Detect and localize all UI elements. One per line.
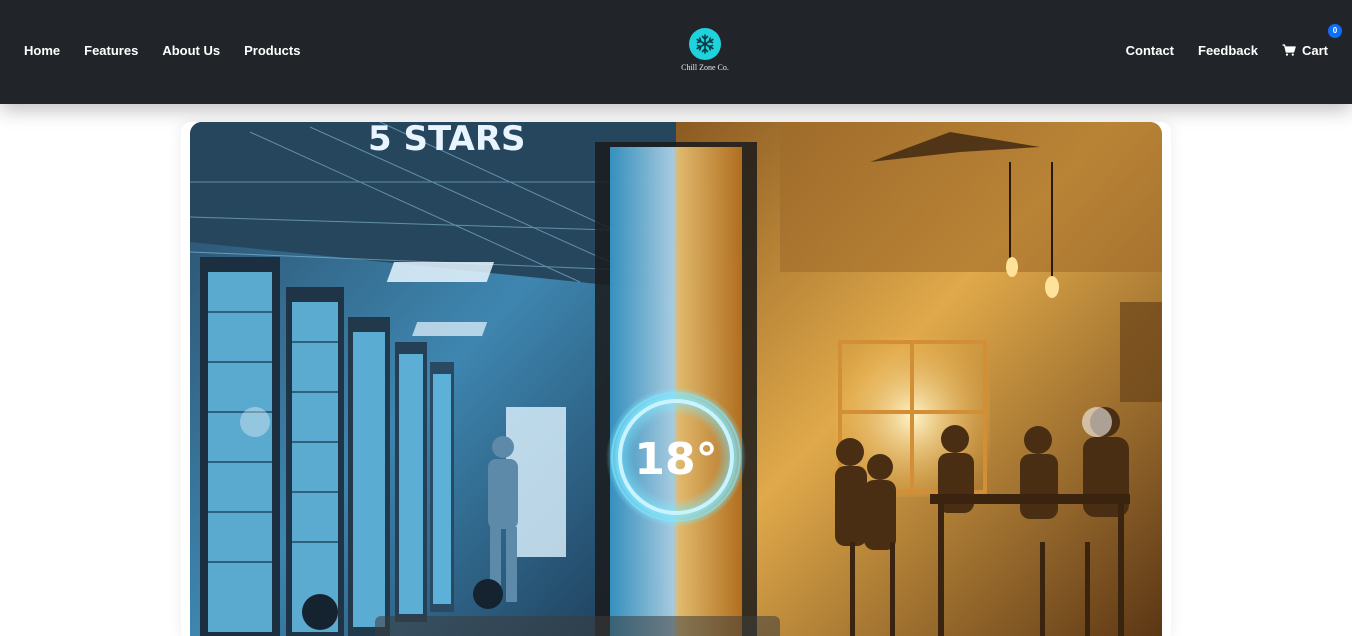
cart-count-badge: 0 xyxy=(1328,23,1342,38)
carousel-next-button[interactable] xyxy=(1082,407,1112,437)
nav-contact-link[interactable]: Contact xyxy=(1126,43,1174,58)
nav-right-links: Contact Feedback Cart 0 xyxy=(1102,0,1342,100)
cart-label: Cart xyxy=(1301,42,1328,58)
nav-products-link[interactable]: Products xyxy=(244,43,300,58)
hero-carousel-image: 5 STARS 18° xyxy=(190,122,1162,636)
cart-icon xyxy=(1282,44,1296,56)
temperature-text: 18° xyxy=(634,434,717,485)
brand-logo xyxy=(689,28,721,60)
carousel-prev-button[interactable] xyxy=(240,407,270,437)
brand-name: Chill Zone Co. xyxy=(681,63,729,72)
snowflake-icon xyxy=(696,34,714,54)
nav-about-link[interactable]: About Us xyxy=(162,43,220,58)
hero-illustration: 5 STARS 18° xyxy=(190,122,1162,636)
nav-feedback-link[interactable]: Feedback xyxy=(1198,43,1258,58)
nav-cart-link[interactable]: Cart 0 xyxy=(1282,23,1342,58)
brand-logo-link[interactable]: Chill Zone Co. xyxy=(675,28,735,76)
navbar: Home Features About Us Products Chill Zo… xyxy=(0,0,1352,104)
nav-features-link[interactable]: Features xyxy=(84,43,138,58)
carousel-caption-bar xyxy=(375,616,780,636)
nav-home-link[interactable]: Home xyxy=(24,43,60,58)
nav-left-links: Home Features About Us Products xyxy=(24,0,324,100)
rating-text: 5 STARS xyxy=(368,122,526,159)
